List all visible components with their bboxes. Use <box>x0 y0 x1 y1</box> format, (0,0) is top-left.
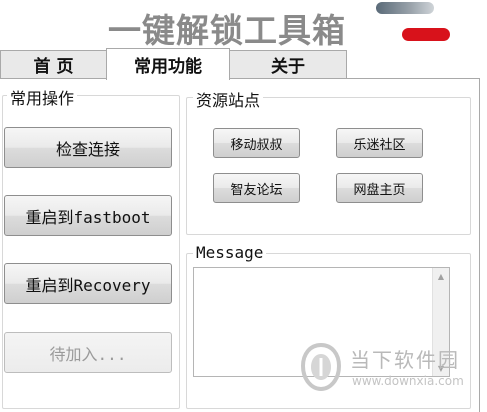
tab-common-functions[interactable]: 常用功能 <box>106 48 230 80</box>
reboot-fastboot-button[interactable]: 重启到fastboot <box>4 195 172 236</box>
title-bar[interactable]: 一键解锁工具箱 <box>0 0 487 50</box>
scroll-up-icon[interactable]: ▲ <box>433 268 449 284</box>
resource-sites-group: 资源站点 <box>186 87 471 235</box>
site-link-yidong[interactable]: 移动叔叔 <box>213 128 300 158</box>
pending-button[interactable]: 待加入... <box>4 332 172 373</box>
resource-sites-label: 资源站点 <box>193 87 264 111</box>
watermark-text: 当下软件园 <box>350 348 460 372</box>
tab-bar: 首 页 常用功能 关于 <box>0 48 487 80</box>
site-link-zhiyou[interactable]: 智友论坛 <box>213 173 300 203</box>
tab-about[interactable]: 关于 <box>229 50 347 78</box>
message-label: Message <box>193 243 267 262</box>
watermark-url: www.downxia.com <box>352 374 464 388</box>
minimize-button[interactable] <box>376 2 434 14</box>
site-link-netdisk[interactable]: 网盘主页 <box>336 173 423 203</box>
tab-divider <box>0 78 480 79</box>
tab-home[interactable]: 首 页 <box>0 50 107 78</box>
site-link-lemi[interactable]: 乐迷社区 <box>336 128 423 158</box>
reboot-recovery-button[interactable]: 重启到Recovery <box>4 263 172 304</box>
watermark-logo-icon <box>300 342 342 392</box>
app-title: 一键解锁工具箱 <box>108 11 346 50</box>
close-button[interactable] <box>402 28 450 41</box>
check-connection-button[interactable]: 检查连接 <box>4 127 172 168</box>
common-ops-label: 常用操作 <box>7 85 78 109</box>
app-window: 一键解锁工具箱 首 页 常用功能 关于 常用操作 检查连接 重启到fastboo… <box>0 0 487 412</box>
watermark: 当下软件园 www.downxia.com <box>298 340 468 400</box>
